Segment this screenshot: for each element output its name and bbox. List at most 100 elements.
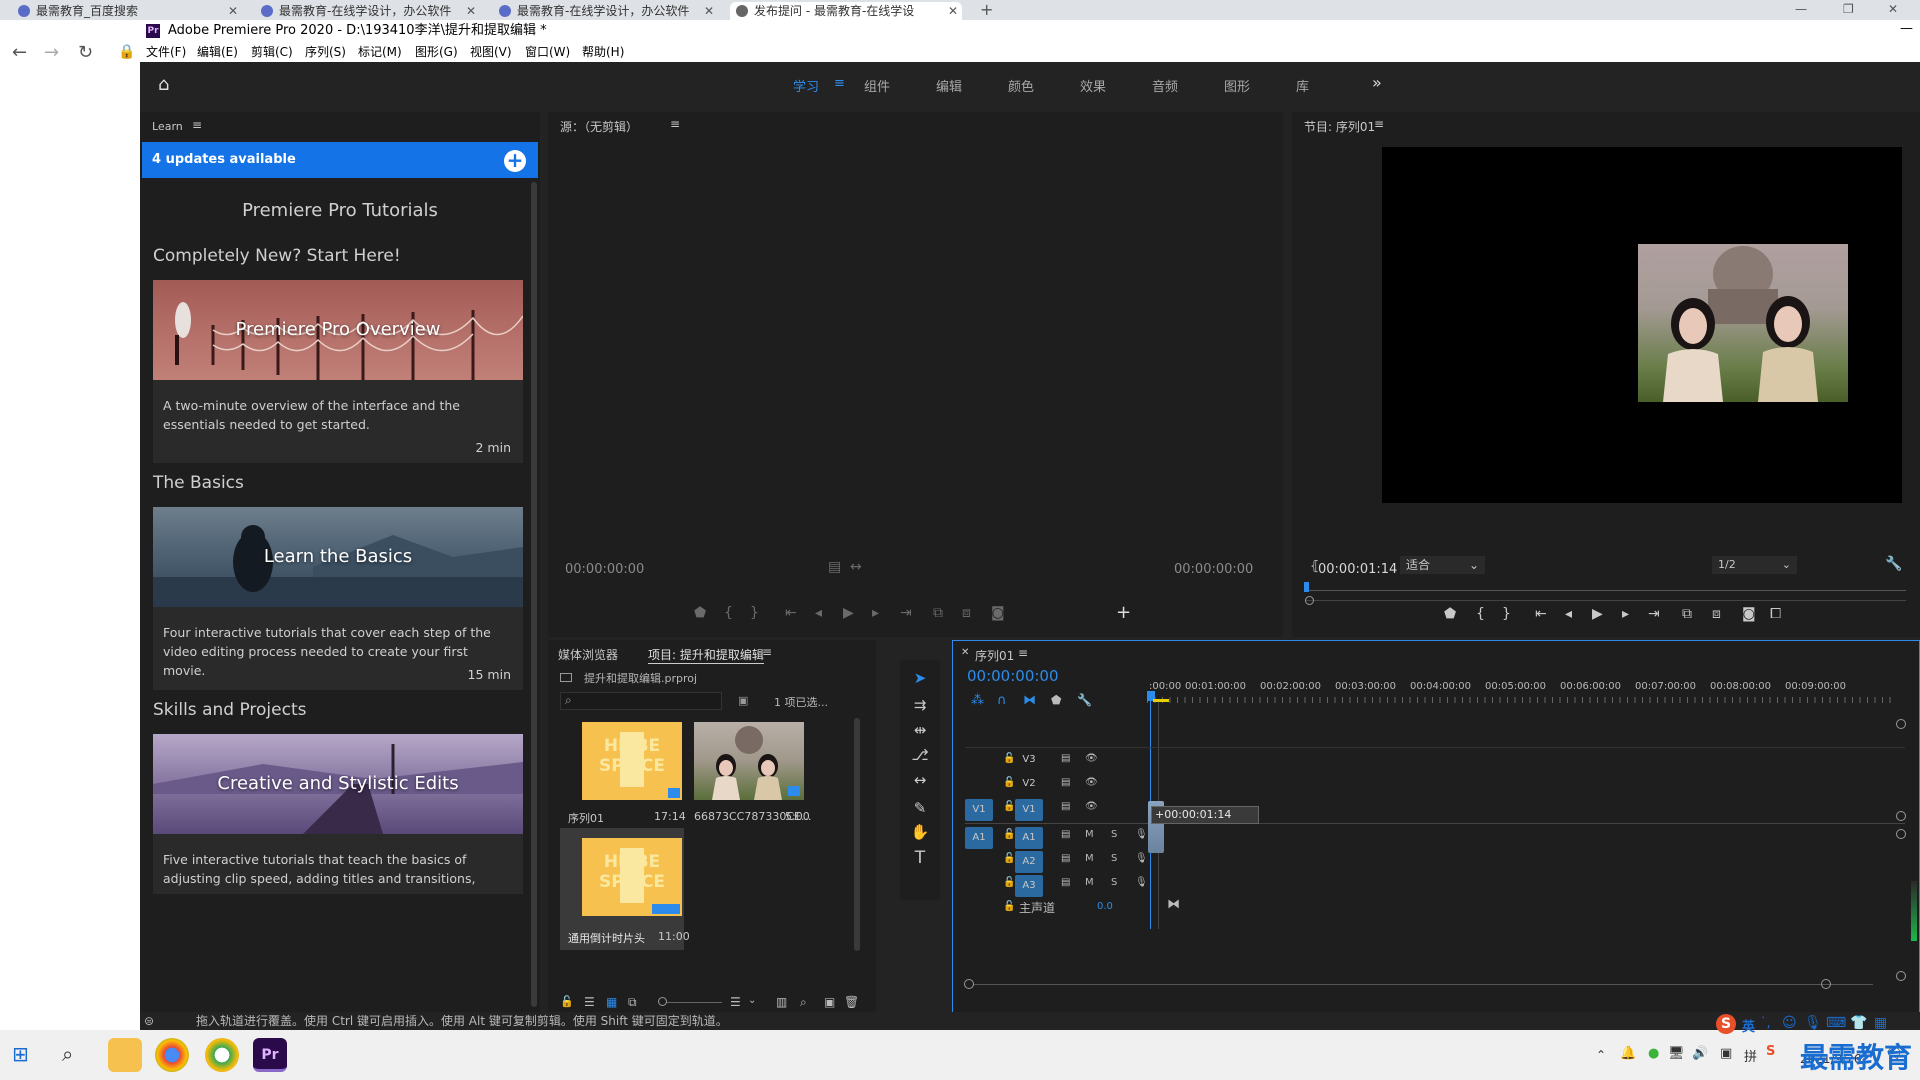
mute-button[interactable]: M <box>1085 853 1094 864</box>
vertical-zoom-handle[interactable] <box>1896 829 1906 839</box>
step-back-icon[interactable]: ◂ <box>1565 606 1572 622</box>
source-patch-v1[interactable]: V1 <box>965 799 993 821</box>
eye-icon[interactable]: 👁 <box>1085 777 1098 788</box>
volume-icon[interactable]: 🔊 <box>1692 1046 1708 1061</box>
go-to-out-icon[interactable]: ⇥ <box>900 605 912 621</box>
tutorial-card-creative[interactable]: Creative and Stylistic Edits Five intera… <box>153 734 523 894</box>
wrench-icon[interactable]: 🔧 <box>1885 556 1902 572</box>
settings-icon[interactable]: ▤ <box>828 559 841 575</box>
wrench-icon[interactable]: 🔧 <box>1077 693 1092 707</box>
workspace-tab-libraries[interactable]: 库 <box>1296 76 1309 95</box>
master-meter-icon[interactable]: ⧓ <box>1167 897 1180 912</box>
play-icon[interactable]: ▶ <box>1592 606 1603 622</box>
forward-icon[interactable]: → <box>44 42 59 63</box>
source-monitor-tab[interactable]: 源：（无剪辑） <box>560 118 638 135</box>
more-workspaces-icon[interactable]: » <box>1372 73 1382 92</box>
solo-button[interactable]: S <box>1111 853 1117 864</box>
sync-icon[interactable]: ▤ <box>1061 801 1070 812</box>
source-patch-a1[interactable]: A1 <box>965 827 993 849</box>
trash-icon[interactable]: 🗑 <box>844 995 859 1009</box>
step-forward-icon[interactable]: ▸ <box>872 605 879 621</box>
close-icon[interactable]: ✕ <box>704 2 714 20</box>
play-icon[interactable]: ▶ <box>843 605 854 621</box>
sync-icon[interactable]: ▤ <box>1061 753 1070 764</box>
menu-file[interactable]: 文件(F) <box>146 42 186 62</box>
skin-icon[interactable]: 👕 <box>1850 1015 1867 1031</box>
mute-button[interactable]: M <box>1085 877 1094 888</box>
hand-tool-icon[interactable]: ✋ <box>910 822 930 842</box>
lock-icon[interactable]: 🔓 <box>1003 753 1015 764</box>
menu-graphics[interactable]: 图形(G) <box>415 42 458 62</box>
ime-icon[interactable]: 拼 <box>1744 1046 1757 1065</box>
mark-in-icon[interactable]: { <box>724 605 733 621</box>
marker-icon[interactable]: ⬟ <box>694 605 706 621</box>
resolution-dropdown[interactable]: 1/2 ⌄ <box>1712 556 1797 574</box>
premiere-taskbar-icon[interactable]: Pr <box>253 1038 287 1072</box>
browser-tab[interactable]: 最需教育_百度搜索 ✕ <box>12 2 242 20</box>
linked-selection-icon[interactable]: ⧓ <box>1023 693 1036 708</box>
project-tab[interactable]: 项目: 提升和提取编辑 <box>648 646 764 664</box>
vertical-zoom-handle[interactable] <box>1896 719 1906 729</box>
horizontal-zoom-bar[interactable] <box>973 984 1873 985</box>
drag-icon[interactable]: ↔ <box>850 559 862 575</box>
lock-icon[interactable]: 🔓 <box>1003 853 1015 864</box>
work-area-bar[interactable] <box>1153 699 1169 702</box>
panel-menu-icon[interactable]: ≡ <box>670 117 680 131</box>
maximize-icon[interactable]: ❐ <box>1843 2 1854 16</box>
find-icon[interactable]: ⌕ <box>800 995 807 1010</box>
marker-icon[interactable]: ⬟ <box>1444 606 1456 622</box>
eye-icon[interactable]: 👁 <box>1085 801 1098 812</box>
minimize-icon[interactable]: — <box>1795 2 1807 16</box>
zoom-slider-handle[interactable] <box>658 997 667 1006</box>
updates-banner[interactable]: 4 updates available + <box>142 142 538 178</box>
chevron-down-icon[interactable]: ⌄ <box>748 995 756 1006</box>
countdown-thumbnail[interactable]: HE BE SPLICE <box>582 838 682 916</box>
sync-icon[interactable]: ▤ <box>1061 853 1070 864</box>
microphone-icon[interactable]: 🎙 <box>1135 853 1148 864</box>
learn-panel-tab[interactable]: Learn <box>152 120 183 133</box>
browser-tab[interactable]: 最需教育-在线学设计，办公软件 ✕ <box>493 2 718 20</box>
add-marker-icon[interactable]: ⬟ <box>1051 693 1061 707</box>
snap-icon[interactable]: ∩ <box>997 693 1007 708</box>
vertical-zoom-handle[interactable] <box>1896 811 1906 821</box>
microphone-icon[interactable]: 🎙 <box>1135 829 1148 840</box>
workspace-tab-graphics[interactable]: 图形 <box>1224 76 1250 95</box>
export-frame-icon[interactable]: ◙ <box>1742 606 1756 622</box>
ripple-edit-tool-icon[interactable]: ⇹ <box>910 720 930 740</box>
selection-tool-icon[interactable]: ➤ <box>910 668 930 688</box>
toolbox-icon[interactable]: ▦ <box>1874 1015 1887 1031</box>
step-back-icon[interactable]: ◂ <box>815 605 822 621</box>
microphone-icon[interactable]: 🎙 <box>1135 877 1148 888</box>
solo-button[interactable]: S <box>1111 877 1117 888</box>
timeline-timecode[interactable]: 00:00:00:00 <box>967 667 1059 685</box>
close-icon[interactable]: ✕ <box>1888 2 1898 16</box>
insert-icon[interactable]: ⧉ <box>933 605 943 621</box>
clip-thumbnail[interactable] <box>694 722 804 800</box>
lock-icon[interactable]: 🔓 <box>1003 801 1015 812</box>
close-icon[interactable]: ✕ <box>961 647 969 658</box>
close-icon[interactable]: ✕ <box>948 2 958 20</box>
new-tab-button[interactable]: + <box>980 0 993 19</box>
go-to-in-icon[interactable]: ⇤ <box>1535 606 1547 622</box>
program-monitor-tab[interactable]: 节目: 序列01 <box>1304 118 1375 135</box>
tutorial-card-basics[interactable]: Learn the Basics Four interactive tutori… <box>153 507 523 690</box>
source-timecode-in[interactable]: 00:00:00:00 <box>565 562 644 577</box>
sogou-logo-icon[interactable]: S <box>1716 1014 1736 1034</box>
program-video-frame[interactable] <box>1382 147 1902 503</box>
sogou-icon[interactable]: S <box>1766 1044 1775 1059</box>
menu-window[interactable]: 窗口(W) <box>525 42 570 62</box>
home-icon[interactable]: ⌂ <box>158 74 169 95</box>
project-scrollbar[interactable] <box>854 718 860 951</box>
workspace-tab-color[interactable]: 颜色 <box>1008 76 1034 95</box>
timeline-sequence-tab[interactable]: 序列01 <box>975 647 1014 664</box>
sequence-thumbnail[interactable]: HE BE SPLICE <box>582 722 682 800</box>
lock-icon[interactable]: 🔓 <box>1003 829 1015 840</box>
new-item-icon[interactable]: ▣ <box>824 995 835 1009</box>
tray-chevron-icon[interactable]: ⌃ <box>1596 1048 1606 1062</box>
go-to-in-icon[interactable]: ⇤ <box>785 605 797 621</box>
search-icon[interactable]: ⌕ <box>62 1042 73 1066</box>
lock-icon[interactable]: 🔓 <box>1003 877 1015 888</box>
program-timecode[interactable]: 00:00:01:14 <box>1318 562 1397 577</box>
file-explorer-icon[interactable] <box>108 1038 142 1072</box>
vertical-zoom-handle[interactable] <box>1896 971 1906 981</box>
